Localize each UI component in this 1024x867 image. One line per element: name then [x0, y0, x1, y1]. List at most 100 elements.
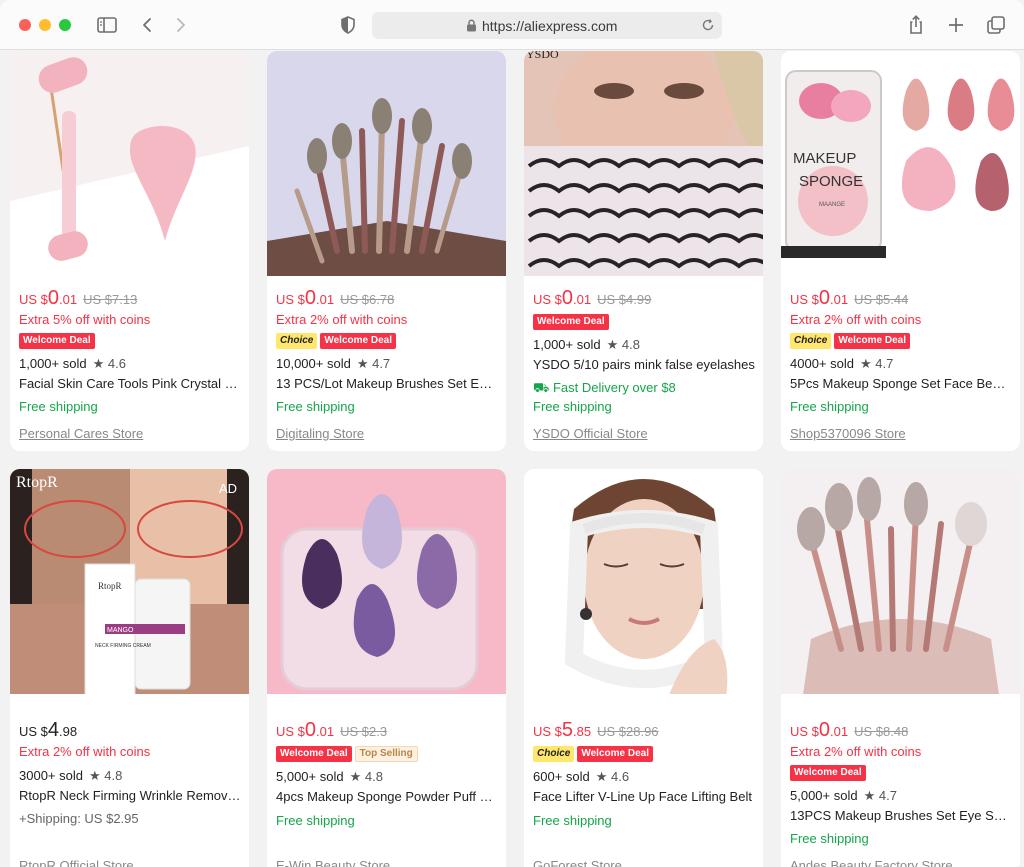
- rating: ★ 4.6: [92, 356, 126, 371]
- badge-row: Choice Welcome Deal: [533, 746, 656, 762]
- product-price: US $0.01 US $5.44: [790, 287, 909, 309]
- shipping-info: Free shipping: [276, 813, 355, 828]
- choice-badge: Choice: [276, 333, 318, 349]
- coin-discount: Extra 2% off with coins: [276, 312, 408, 327]
- welcome-deal-badge: Welcome Deal: [577, 746, 653, 762]
- rating: ★ 4.6: [595, 769, 630, 784]
- welcome-deal-badge: Welcome Deal: [533, 314, 609, 330]
- product-image[interactable]: [524, 469, 763, 694]
- package-text: MANGO: [107, 627, 134, 634]
- welcome-deal-badge: Welcome Deal: [834, 333, 910, 349]
- top-selling-badge: Top Selling: [354, 746, 418, 762]
- ad-label: AD: [218, 481, 237, 496]
- sold-count: 1,000+ sold ★ 4.6: [19, 356, 126, 371]
- close-window-button[interactable]: [19, 19, 31, 31]
- new-tab-icon[interactable]: [944, 13, 968, 37]
- brand-text: YSDO: [526, 51, 559, 61]
- original-price: US $4.99: [597, 292, 652, 307]
- product-image[interactable]: [267, 469, 506, 694]
- sold-count: 5,000+ sold ★ 4.8: [276, 769, 383, 784]
- rating: ★ 4.7: [859, 356, 894, 371]
- coin-discount: Extra 5% off with coins: [19, 312, 151, 327]
- product-grid: US $0.01 US $7.13 Extra 5% off with coins…: [0, 51, 1024, 867]
- product-title[interactable]: 13PCS Makeup Brushes Set Eye Shadow: [790, 808, 1012, 823]
- product-card[interactable]: YSDO US $0.01 US $4.99 Welcome Deal 1,000…: [524, 51, 763, 451]
- shipping-info: Free shipping: [790, 399, 869, 414]
- truck-icon: ⛟: [533, 380, 553, 395]
- choice-badge: Choice: [533, 746, 575, 762]
- sidebar-toggle-icon[interactable]: [95, 13, 119, 37]
- product-price: US $0.01 US $6.78: [276, 287, 395, 309]
- original-price: US $28.96: [597, 724, 659, 739]
- package-text: RtopR: [98, 581, 122, 591]
- badge-row: Welcome Deal: [790, 765, 869, 781]
- package-text: MAANGE: [819, 202, 845, 208]
- product-card[interactable]: US $0.01 US $8.48 Extra 2% off with coins…: [781, 469, 1020, 867]
- rating: ★ 4.7: [356, 356, 391, 371]
- product-card[interactable]: US $0.01 US $6.78 Extra 2% off with coins…: [267, 51, 506, 451]
- store-link[interactable]: GoForest Store: [533, 858, 622, 867]
- original-price: US $7.13: [83, 292, 138, 307]
- forward-icon[interactable]: [168, 13, 192, 37]
- product-image[interactable]: [267, 51, 506, 276]
- product-price: US $0.01 US $7.13: [19, 287, 138, 309]
- tab-overview-icon[interactable]: [984, 13, 1008, 37]
- minimize-window-button[interactable]: [39, 19, 51, 31]
- lock-icon: [466, 19, 477, 37]
- badge-row: Welcome Deal: [533, 314, 612, 330]
- welcome-deal-badge: Welcome Deal: [320, 333, 396, 349]
- reload-icon[interactable]: [700, 17, 716, 38]
- product-price: US $0.01 US $8.48: [790, 719, 909, 741]
- package-text: NECK FIRMING CREAM: [95, 643, 151, 649]
- package-text: SPONGE: [799, 173, 863, 190]
- product-title[interactable]: 4pcs Makeup Sponge Powder Puff Set: [276, 789, 498, 804]
- browser-toolbar: https://aliexpress.com: [0, 0, 1024, 50]
- product-card[interactable]: US $0.01 US $7.13 Extra 5% off with coins…: [10, 51, 249, 451]
- product-title[interactable]: 13 PCS/Lot Makeup Brushes Set Eye Shadow: [276, 376, 498, 391]
- badge-row: Welcome Deal: [19, 333, 98, 349]
- store-link[interactable]: RtopR Official Store: [19, 858, 134, 867]
- product-price: US $0.01 US $4.99: [533, 287, 652, 309]
- sold-count: 10,000+ sold ★ 4.7: [276, 356, 391, 371]
- store-link[interactable]: E-Win Beauty Store: [276, 858, 390, 867]
- product-title[interactable]: YSDO 5/10 pairs mink false eyelashes: [533, 357, 755, 372]
- store-link[interactable]: YSDO Official Store: [533, 426, 648, 441]
- original-price: US $2.3: [340, 724, 388, 739]
- shipping-info: Free shipping: [276, 399, 355, 414]
- badge-row: Choice Welcome Deal: [276, 333, 399, 349]
- shipping-info: Free shipping: [533, 399, 612, 414]
- store-link[interactable]: Andes Beauty Factory Store: [790, 858, 953, 867]
- product-image[interactable]: YSDO: [524, 51, 763, 276]
- shipping-info: Free shipping: [19, 399, 98, 414]
- product-card[interactable]: RtopR RtopR MANGO NECK FIRMING CREAM AD …: [10, 469, 249, 867]
- privacy-shield-icon[interactable]: [336, 13, 360, 37]
- welcome-deal-badge: Welcome Deal: [790, 765, 866, 781]
- choice-badge: Choice: [790, 333, 832, 349]
- shipping-info: +Shipping: US $2.95: [19, 811, 139, 826]
- product-card[interactable]: US $0.01 US $2.3 Welcome Deal Top Selling …: [267, 469, 506, 867]
- shipping-info: Free shipping: [790, 831, 869, 846]
- store-link[interactable]: Shop5370096 Store: [790, 426, 906, 441]
- rating: ★ 4.7: [863, 788, 897, 803]
- product-image[interactable]: [781, 469, 1020, 694]
- back-icon[interactable]: [136, 13, 160, 37]
- address-bar[interactable]: https://aliexpress.com: [372, 12, 722, 39]
- product-title[interactable]: Facial Skin Care Tools Pink Crystal Jade…: [19, 376, 241, 391]
- rating: ★ 4.8: [88, 768, 123, 783]
- product-card[interactable]: MAKEUP SPONGE MAANGE US $0.01 US $5.44 Ex…: [781, 51, 1020, 451]
- product-image[interactable]: RtopR RtopR MANGO NECK FIRMING CREAM AD: [10, 469, 249, 694]
- store-link[interactable]: Personal Cares Store: [19, 426, 143, 441]
- product-title[interactable]: 5Pcs Makeup Sponge Set Face Beauty: [790, 376, 1012, 391]
- rating: ★ 4.8: [606, 337, 640, 352]
- product-title[interactable]: Face Lifter V-Line Up Face Lifting Belt: [533, 789, 755, 804]
- sold-count: 3000+ sold ★ 4.8: [19, 768, 123, 783]
- zoom-window-button[interactable]: [59, 19, 71, 31]
- product-card[interactable]: US $5.85 US $28.96 Choice Welcome Deal 600…: [524, 469, 763, 867]
- shipping-info: Free shipping: [533, 813, 612, 828]
- fast-delivery: ⛟ Fast Delivery over $8: [533, 380, 676, 395]
- product-title[interactable]: RtopR Neck Firming Wrinkle Remover Cream: [19, 788, 241, 803]
- store-link[interactable]: Digitaling Store: [276, 426, 364, 441]
- product-image[interactable]: MAKEUP SPONGE MAANGE: [781, 51, 1020, 276]
- share-icon[interactable]: [904, 13, 928, 37]
- product-image[interactable]: [10, 51, 249, 276]
